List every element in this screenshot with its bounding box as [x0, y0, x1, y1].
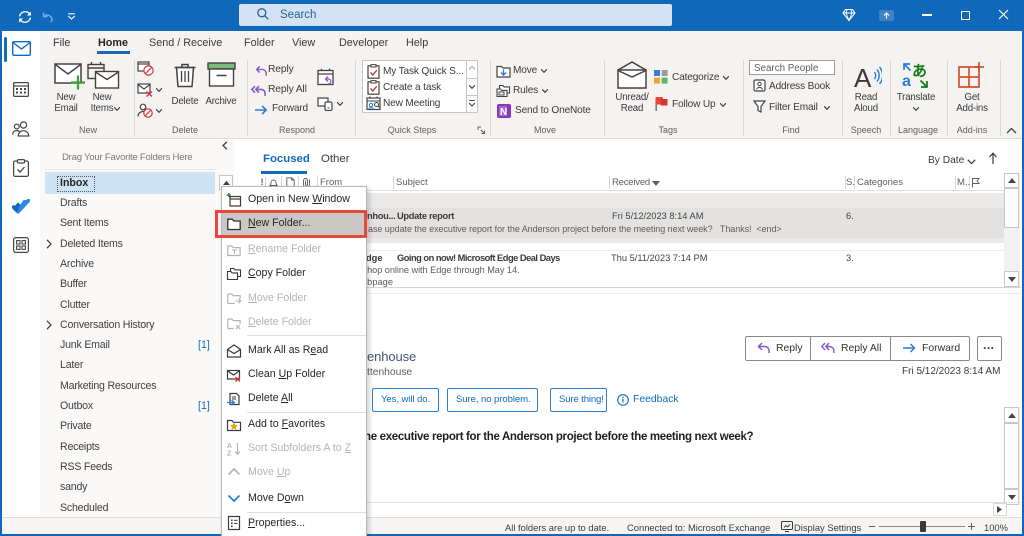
svg-text:A: A: [227, 443, 232, 450]
svg-text:a: a: [902, 73, 911, 90]
svg-text:Z: Z: [227, 450, 232, 457]
svg-text:N: N: [500, 107, 507, 118]
svg-text:A: A: [854, 63, 872, 90]
svg-text:あ: あ: [912, 63, 927, 80]
